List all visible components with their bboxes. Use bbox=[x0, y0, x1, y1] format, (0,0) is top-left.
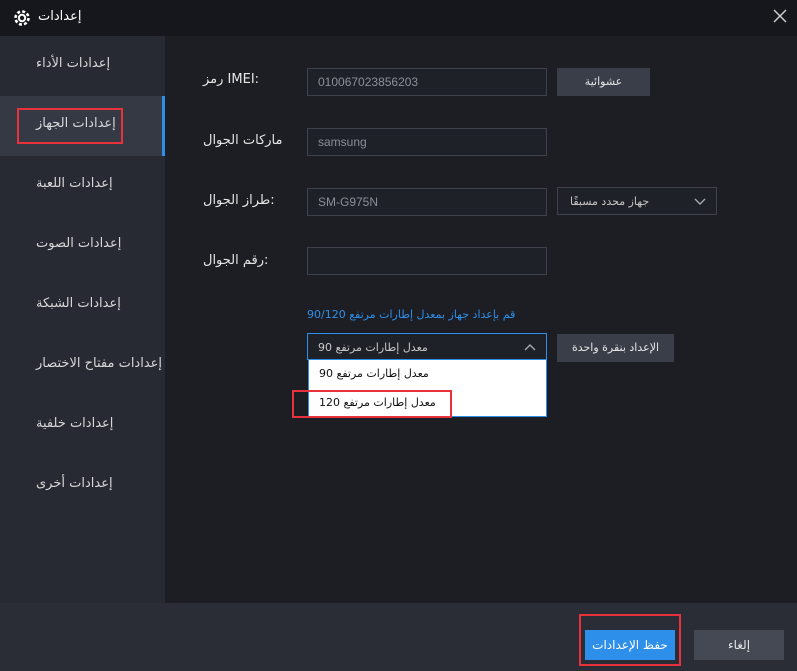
sidebar-item-label: إعدادات خلفية bbox=[36, 416, 114, 431]
sidebar-item-label: إعدادات أخرى bbox=[36, 476, 113, 491]
random-imei-button[interactable]: عشوائية bbox=[557, 68, 650, 96]
sidebar-item-background[interactable]: إعدادات خلفية bbox=[0, 396, 165, 456]
phone-label: رقم الجوال: bbox=[203, 253, 269, 268]
highlight-box-device bbox=[17, 108, 123, 144]
fps-option-90[interactable]: معدل إطارات مرتفع 90 bbox=[319, 367, 429, 380]
close-icon[interactable] bbox=[770, 6, 790, 26]
fps-hint: قم بإعداد جهاز بمعدل إطارات مرتفع 90/120 bbox=[307, 308, 516, 321]
sidebar-item-other[interactable]: إعدادات أخرى bbox=[0, 456, 165, 516]
sidebar-item-label: إعدادات الأداء bbox=[36, 56, 111, 71]
brand-label: ماركات الجوال bbox=[203, 133, 283, 148]
chevron-down-icon bbox=[694, 198, 706, 205]
sidebar-item-network[interactable]: إعدادات الشبكة bbox=[0, 276, 165, 336]
imei-label: رمز IMEI: bbox=[203, 72, 260, 87]
highlight-box-fps-120 bbox=[292, 390, 452, 418]
chevron-up-icon bbox=[524, 344, 536, 351]
sidebar-item-sound[interactable]: إعدادات الصوت bbox=[0, 216, 165, 276]
one-click-setup-button[interactable]: الإعداد بنقرة واحدة bbox=[557, 334, 674, 362]
brand-field[interactable]: samsung bbox=[307, 128, 547, 156]
sidebar-item-label: إعدادات الشبكة bbox=[36, 296, 121, 311]
sidebar-item-label: إعدادات الصوت bbox=[36, 236, 122, 251]
preset-device-select[interactable]: جهاز محدد مسبقًا bbox=[557, 187, 717, 215]
model-field[interactable]: SM-G975N bbox=[307, 188, 547, 216]
sidebar-item-game[interactable]: إعدادات اللعبة bbox=[0, 156, 165, 216]
imei-field[interactable]: 010067023856203 bbox=[307, 68, 547, 96]
sidebar-item-shortcuts[interactable]: إعدادات مفتاح الاختصار bbox=[0, 336, 165, 396]
title-bar: إعدادات bbox=[0, 0, 797, 36]
cancel-button[interactable]: إلغاء bbox=[694, 630, 784, 660]
window-title: إعدادات bbox=[38, 9, 82, 24]
sidebar-item-label: إعدادات اللعبة bbox=[36, 176, 113, 191]
phone-field[interactable] bbox=[307, 247, 547, 275]
preset-device-label: جهاز محدد مسبقًا bbox=[570, 195, 650, 208]
gear-icon bbox=[14, 10, 30, 26]
sidebar-item-performance[interactable]: إعدادات الأداء bbox=[0, 36, 165, 96]
model-label: طراز الجوال: bbox=[203, 193, 275, 208]
fps-select[interactable]: معدل إطارات مرتفع 90 bbox=[307, 333, 547, 360]
fps-selected-label: معدل إطارات مرتفع 90 bbox=[318, 341, 428, 354]
highlight-box-save bbox=[579, 614, 681, 666]
sidebar-item-label: إعدادات مفتاح الاختصار bbox=[36, 356, 163, 371]
